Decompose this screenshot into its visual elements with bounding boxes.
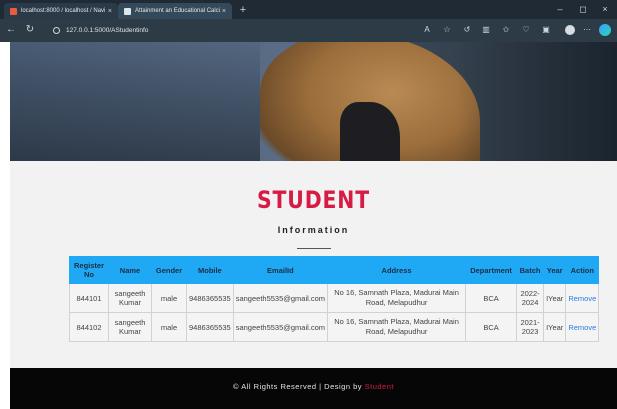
- url-field[interactable]: 127.0.0.1:5000/AStudentinfo: [47, 23, 407, 38]
- footer-brand-link[interactable]: Student: [365, 382, 394, 391]
- cell-name: sangeeth Kumar: [108, 312, 152, 342]
- column-header-department: Department: [465, 256, 518, 284]
- table-header-row: Register No Name Gender Mobile EmailId A…: [69, 256, 600, 284]
- restore-button[interactable]: ◻: [575, 2, 591, 16]
- hero-wall: [10, 42, 260, 161]
- cell-email: sangeeth5535@gmail.com: [232, 312, 329, 342]
- title-divider: [297, 248, 331, 249]
- cell-address: No 16, Samnath Plaza, Madurai Main Road,…: [327, 283, 467, 313]
- cell-year: IYear: [543, 312, 567, 342]
- cell-year: IYear: [543, 283, 567, 313]
- column-header-action: Action: [565, 256, 600, 284]
- phpmyadmin-favicon-icon: [10, 7, 17, 15]
- browser-address-bar: ← ↻ 127.0.0.1:5000/AStudentinfo A ☆ ↺ ▥ …: [0, 19, 617, 42]
- browser-tab-phpmyadmin[interactable]: localhost:8000 / localhost / Navi ×: [4, 3, 118, 19]
- cell-address: No 16, Samnath Plaza, Madurai Main Road,…: [327, 312, 467, 342]
- cell-mobile: 9486365535: [186, 312, 234, 342]
- page-footer: © All Rights Reserved | Design by Studen…: [10, 368, 617, 409]
- close-window-button[interactable]: ×: [597, 2, 613, 16]
- cell-department: BCA: [465, 312, 518, 342]
- collections-icon[interactable]: ▣: [539, 23, 553, 37]
- column-header-gender: Gender: [151, 256, 187, 284]
- more-icon[interactable]: ⋯: [580, 23, 594, 37]
- back-icon[interactable]: ←: [4, 23, 18, 37]
- student-table-wrapper: Register No Name Gender Mobile EmailId A…: [69, 256, 600, 342]
- remove-link[interactable]: Remove: [565, 312, 600, 342]
- close-tab-icon[interactable]: ×: [108, 8, 112, 15]
- cell-email: sangeeth5535@gmail.com: [232, 283, 329, 313]
- minimize-button[interactable]: –: [552, 2, 568, 16]
- column-header-register-no: Register No: [69, 256, 109, 284]
- tab-label: localhost:8000 / localhost / Navi: [21, 8, 106, 14]
- cell-gender: male: [151, 312, 187, 342]
- column-header-name: Name: [108, 256, 152, 284]
- table-row: 844101 sangeeth Kumar male 9486365535 sa…: [69, 283, 600, 313]
- student-info-section: STUDENT Information Register No Name Gen…: [10, 161, 617, 368]
- hero-banner-image: [10, 42, 617, 161]
- column-header-mobile: Mobile: [186, 256, 234, 284]
- refresh-tab-icon[interactable]: ↺: [460, 23, 474, 37]
- footer-text: © All Rights Reserved | Design by Studen…: [10, 382, 617, 391]
- column-header-address: Address: [327, 256, 467, 284]
- close-tab-icon[interactable]: ×: [222, 8, 226, 15]
- url-text: 127.0.0.1:5000/AStudentinfo: [66, 27, 149, 34]
- profile-icon[interactable]: [565, 25, 575, 35]
- cell-department: BCA: [465, 283, 518, 313]
- split-screen-icon[interactable]: ▥: [479, 23, 493, 37]
- browser-tab-attainment[interactable]: Attainment an Educational Calci ×: [118, 3, 232, 19]
- cell-register-no: 844102: [69, 312, 109, 342]
- student-table: Register No Name Gender Mobile EmailId A…: [69, 256, 600, 342]
- column-header-emailid: EmailId: [232, 256, 329, 284]
- cell-gender: male: [151, 283, 187, 313]
- cell-batch: 2022-2024: [516, 283, 545, 313]
- hero-shade: [457, 42, 617, 161]
- footer-copyright: © All Rights Reserved | Design by: [233, 382, 363, 391]
- cell-mobile: 9486365535: [186, 283, 234, 313]
- tab-label: Attainment an Educational Calci: [135, 8, 221, 14]
- favorites-icon[interactable]: ✩: [499, 23, 513, 37]
- cell-name: sangeeth Kumar: [108, 283, 152, 313]
- browser-essentials-icon[interactable]: ♡: [519, 23, 533, 37]
- column-header-batch: Batch: [516, 256, 545, 284]
- cell-register-no: 844101: [69, 283, 109, 313]
- remove-link[interactable]: Remove: [565, 283, 600, 313]
- favorite-icon[interactable]: ☆: [440, 23, 454, 37]
- column-header-year: Year: [543, 256, 567, 284]
- browser-tab-bar: localhost:8000 / localhost / Navi × Atta…: [0, 0, 617, 19]
- table-row: 844102 sangeeth Kumar male 9486365535 sa…: [69, 312, 600, 342]
- page-title: STUDENT: [257, 186, 370, 214]
- cell-batch: 2021-2023: [516, 312, 545, 342]
- read-aloud-icon[interactable]: A: [420, 23, 434, 37]
- new-tab-button[interactable]: +: [236, 3, 250, 17]
- info-icon[interactable]: [53, 26, 60, 34]
- page-subtitle: Information: [277, 225, 350, 235]
- page-favicon-icon: [124, 7, 131, 15]
- refresh-icon[interactable]: ↻: [23, 23, 37, 37]
- edge-copilot-icon[interactable]: [599, 24, 611, 36]
